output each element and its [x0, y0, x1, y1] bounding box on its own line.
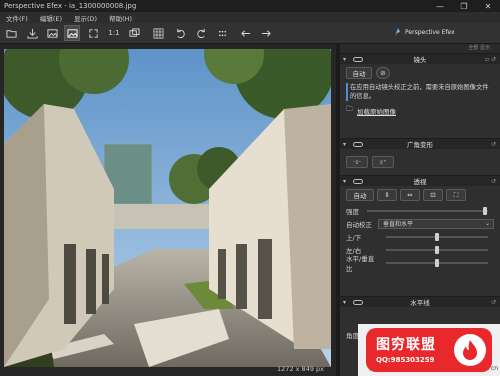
- close-button[interactable]: ✕: [476, 2, 500, 11]
- ratio-slider[interactable]: [386, 258, 488, 267]
- menu-edit[interactable]: 编辑(E): [34, 13, 68, 23]
- lens-off-icon[interactable]: ⊘: [376, 67, 390, 79]
- image-dimensions: 1272 x 849 px: [277, 365, 324, 373]
- menu-file[interactable]: 文件(F): [0, 13, 34, 23]
- menu-bar: 文件(F) 编辑(E) 显示(D) 帮助(H): [0, 12, 500, 23]
- section-controls-icon[interactable]: ▫ ↺: [485, 56, 496, 63]
- rotate-left-icon[interactable]: [172, 25, 188, 41]
- maximize-button[interactable]: ❐: [452, 2, 476, 11]
- compare-icon[interactable]: [126, 25, 142, 41]
- section-title: 水平线: [410, 299, 430, 307]
- strength-slider[interactable]: [367, 206, 488, 215]
- grid-icon[interactable]: [150, 25, 166, 41]
- title-bar: Perspective Efex - ia_1300000008.jpg — ❐…: [0, 0, 500, 12]
- ratio-label: 水平/垂直比: [346, 254, 375, 273]
- lens-info-note: 在应用自动镜头校正之前，需要未自原始图像文件的信息。: [346, 83, 494, 101]
- reset-icon[interactable]: ↺: [491, 299, 496, 306]
- watermark: 图穷联盟 QQ:985303259 cn: [358, 324, 500, 376]
- brand: Perspective Efex: [393, 27, 455, 37]
- section-wide-angle-header[interactable]: ▾ 广角变形 ↺: [340, 138, 500, 149]
- wide-angle-mode-1-button[interactable]: ·ᛟ·: [346, 156, 368, 168]
- section-wide-angle-body: ·ᛟ· ᛟ⁺: [340, 149, 500, 175]
- up-down-slider[interactable]: [386, 232, 488, 241]
- open-folder-icon[interactable]: [3, 25, 19, 41]
- save-icon[interactable]: [24, 25, 40, 41]
- section-title: 透视: [413, 178, 427, 186]
- free-correct-icon[interactable]: ⛶: [446, 189, 466, 201]
- perspective-auto-button[interactable]: 自动: [346, 189, 374, 201]
- section-perspective-body: 自动 ⇕ ⇔ ⊡ ⛶ 强度 自动校正 垂直和水平 ⌄ 上/下 左/右 水平/垂直…: [340, 186, 500, 296]
- watermark-card: 图穷联盟 QQ:985303259: [366, 328, 492, 372]
- ratio-row: 水平/垂直比: [346, 255, 494, 273]
- zoom-1-1-button[interactable]: 1:1: [106, 25, 122, 41]
- auto-correct-select[interactable]: 垂直和水平 ⌄: [378, 218, 494, 229]
- menu-help[interactable]: 帮助(H): [103, 13, 138, 23]
- panel-top-hint: 全部 显示: [340, 44, 500, 53]
- watermark-site: cn: [490, 365, 498, 372]
- vertical-correct-icon[interactable]: ⇕: [377, 189, 397, 201]
- strength-row: 强度: [346, 204, 494, 217]
- image-canvas[interactable]: 1272 x 849 px: [0, 44, 336, 376]
- load-raw-link[interactable]: 加载原始图像: [357, 106, 396, 116]
- toolbar: 1:1 Perspective Efex: [0, 23, 500, 44]
- reset-icon[interactable]: ↺: [491, 178, 496, 185]
- chevron-down-icon: ⌄: [484, 220, 490, 227]
- rotate-right-icon[interactable]: [193, 25, 209, 41]
- up-down-row: 上/下: [346, 230, 494, 243]
- up-down-label: 上/下: [346, 233, 362, 242]
- strength-label: 强度: [346, 207, 359, 216]
- section-lens-body: 自动 ⊘ 在应用自动镜头校正之前，需要未自原始图像文件的信息。 🗀 加载原始图像: [340, 64, 500, 138]
- watermark-qq: QQ:985303259: [376, 356, 435, 364]
- section-lens-header[interactable]: ▾ 镜头 ▫ ↺: [340, 53, 500, 64]
- undo-arrow-icon[interactable]: [237, 25, 253, 41]
- reset-icon[interactable]: ↺: [491, 141, 496, 148]
- section-perspective-header[interactable]: ▾ 透视 ↺: [340, 175, 500, 186]
- preview-view-icon[interactable]: [64, 25, 80, 41]
- fit-screen-icon[interactable]: [85, 25, 101, 41]
- brand-logo-icon: [395, 28, 400, 36]
- section-title: 广角变形: [407, 141, 433, 149]
- dots-grid-icon[interactable]: [214, 25, 230, 41]
- photo-preview: [4, 49, 331, 367]
- window-title: Perspective Efex - ia_1300000008.jpg: [4, 2, 137, 10]
- minimize-button[interactable]: —: [428, 2, 452, 11]
- flame-logo-icon: [454, 334, 486, 366]
- lens-auto-button[interactable]: 自动: [346, 67, 372, 79]
- redo-arrow-icon[interactable]: [258, 25, 274, 41]
- menu-view[interactable]: 显示(D): [68, 13, 103, 23]
- brand-name: Perspective Efex: [405, 28, 455, 36]
- rect-correct-icon[interactable]: ⊡: [423, 189, 443, 201]
- section-title: 镜头: [413, 56, 427, 64]
- auto-correct-row: 自动校正 垂直和水平 ⌄: [346, 217, 494, 230]
- horizontal-correct-icon[interactable]: ⇔: [400, 189, 420, 201]
- single-view-icon[interactable]: [44, 25, 60, 41]
- left-right-slider[interactable]: [386, 245, 488, 254]
- auto-correct-label: 自动校正: [346, 220, 372, 229]
- section-horizon-header[interactable]: ▾ 水平线 ↺: [340, 296, 500, 307]
- wide-angle-mode-2-button[interactable]: ᛟ⁺: [372, 156, 394, 168]
- watermark-title: 图穷联盟: [376, 337, 436, 353]
- auto-correct-value: 垂直和水平: [383, 221, 414, 228]
- folder-icon[interactable]: 🗀: [346, 105, 353, 116]
